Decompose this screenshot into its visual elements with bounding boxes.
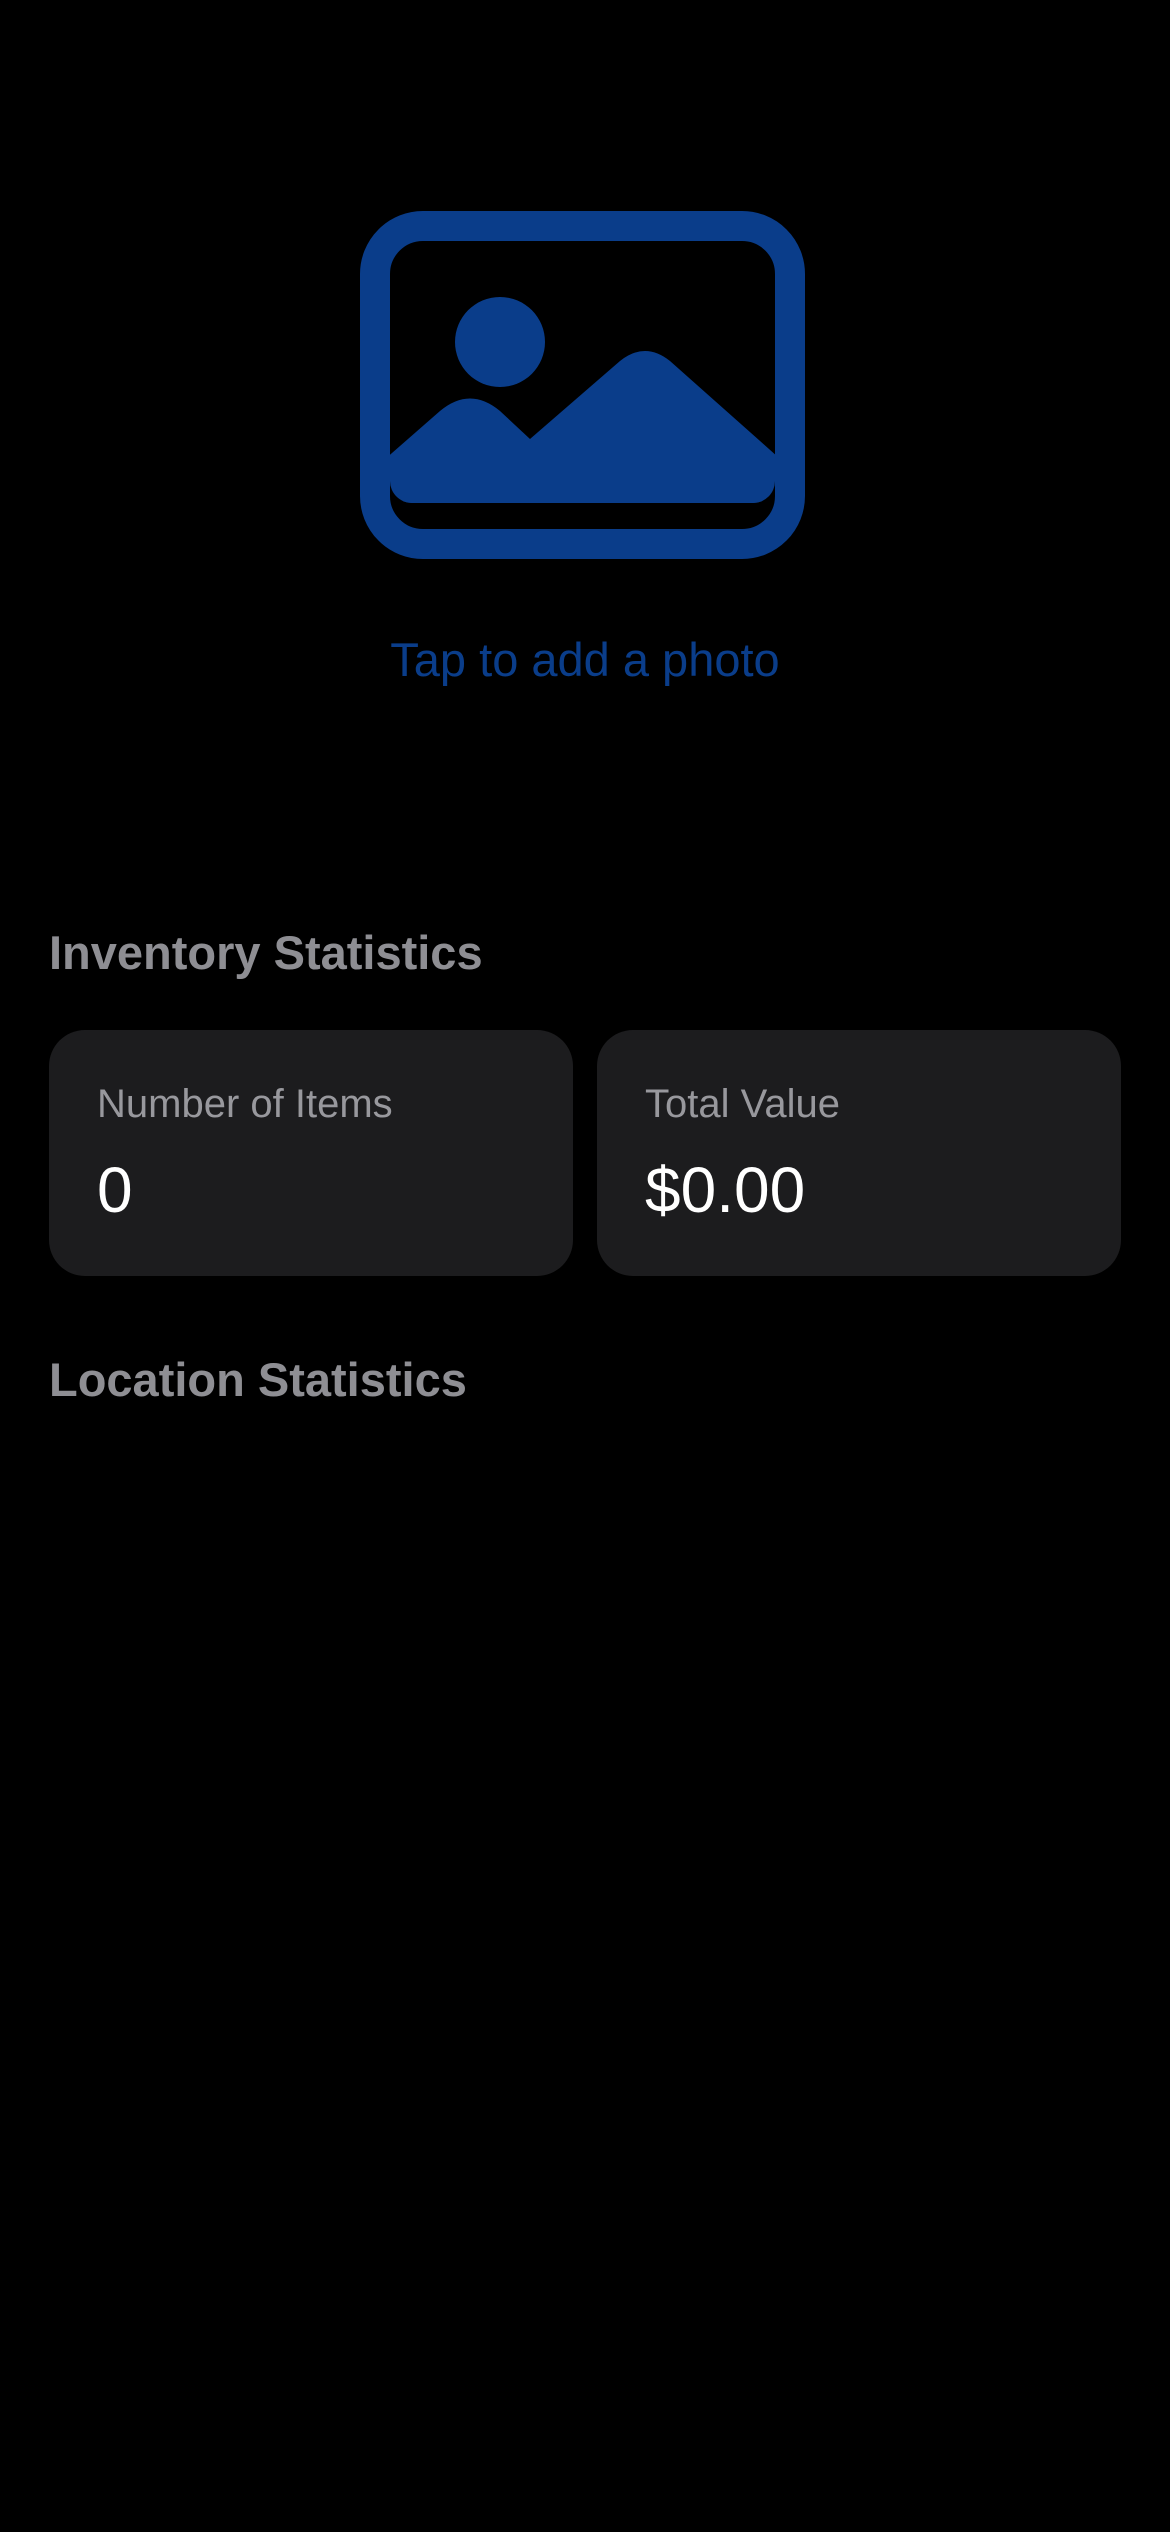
photo-placeholder-icon[interactable]: [360, 211, 805, 559]
total-value-card: Total Value $0.00: [597, 1030, 1121, 1276]
inventory-statistics-header: Inventory Statistics: [49, 926, 483, 979]
add-photo-caption[interactable]: Tap to add a photo: [0, 630, 1170, 690]
total-value-label: Total Value: [645, 1082, 840, 1126]
total-value-value: $0.00: [645, 1154, 806, 1226]
number-of-items-label: Number of Items: [97, 1082, 393, 1126]
location-statistics-header: Location Statistics: [49, 1353, 467, 1406]
add-photo-area[interactable]: Tap to add a photo: [0, 0, 1170, 720]
number-of-items-value: 0: [97, 1154, 133, 1226]
number-of-items-card: Number of Items 0: [49, 1030, 573, 1276]
